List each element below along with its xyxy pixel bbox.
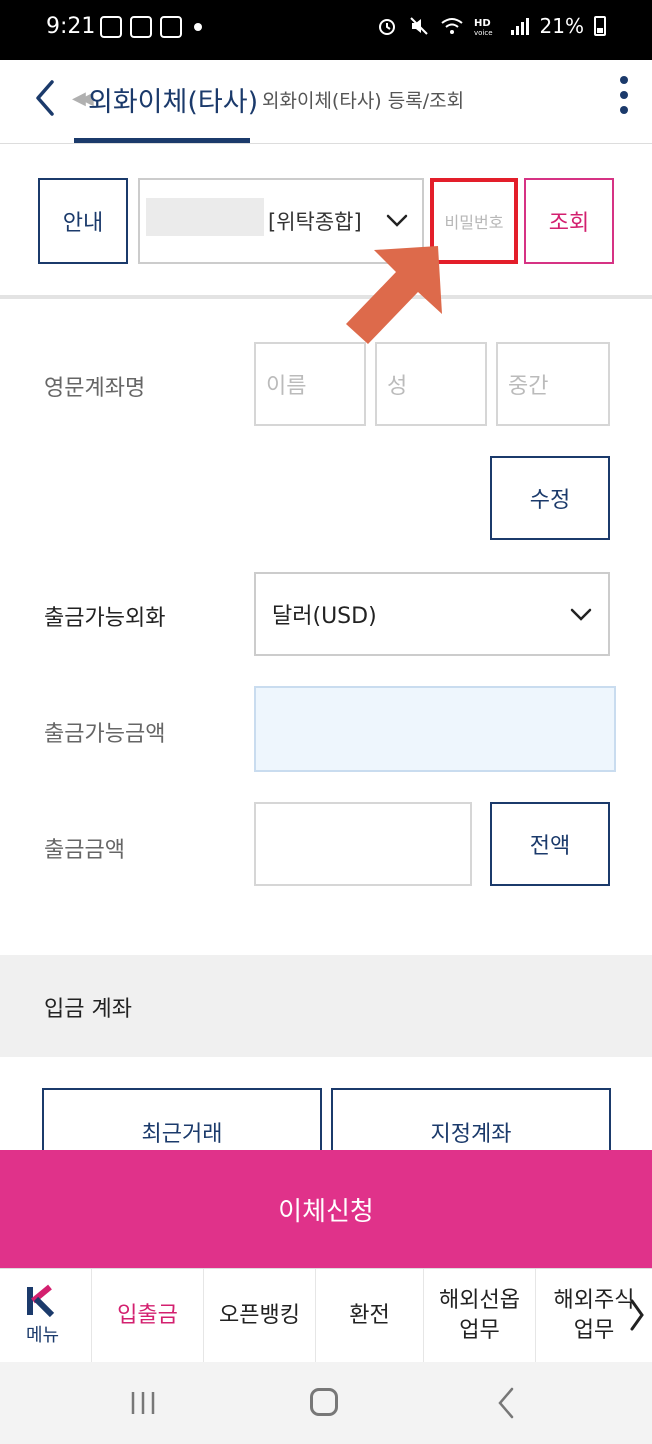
bottom-nav: 메뉴 입출금 오픈뱅킹 환전 해외선옵 업무 해외주식 업무: [0, 1268, 652, 1363]
svg-text:HD: HD: [474, 18, 491, 29]
query-button[interactable]: 조회: [524, 178, 614, 264]
app-header: ◀◀ 외화이체(타사) 외화이체(타사) 등록/조회: [0, 60, 652, 144]
signal-icon: [510, 18, 529, 35]
recent-apps-icon[interactable]: [128, 1390, 158, 1416]
info-button[interactable]: 안내: [38, 178, 128, 264]
status-bar: 9:21 HD voice 21%: [0, 0, 652, 60]
status-time: 9:21: [46, 14, 96, 39]
nav-item-deposit-withdraw[interactable]: 입출금: [92, 1269, 204, 1363]
withdraw-amount-label: 출금금액: [44, 838, 125, 863]
deposit-section-header: 입금 계좌: [0, 955, 652, 1057]
chevron-down-icon: [570, 608, 592, 621]
more-notifications-dot-icon: [194, 23, 202, 31]
alarm-icon: [378, 19, 395, 35]
system-nav-bar: [0, 1362, 652, 1444]
full-amount-button[interactable]: 전액: [490, 802, 610, 886]
back-arrow-icon[interactable]: [30, 78, 60, 118]
account-row: 안내 [위탁종합] 비밀번호 조회: [0, 144, 652, 299]
nav-item-overseas-futures[interactable]: 해외선옵 업무: [424, 1269, 536, 1363]
status-icons-left: [100, 16, 202, 38]
home-icon[interactable]: [310, 1388, 338, 1416]
middle-name-input[interactable]: 중간: [496, 342, 610, 426]
system-back-icon[interactable]: [496, 1386, 516, 1420]
available-amount-label: 출금가능금액: [44, 722, 166, 747]
hd-voice-icon: HDvoice: [474, 18, 493, 36]
mute-icon: [409, 17, 428, 35]
transfer-submit-button[interactable]: 이체신청: [0, 1150, 652, 1268]
tab-foreign-transfer[interactable]: 외화이체(타사): [88, 80, 258, 119]
battery-percent: 21%: [539, 14, 584, 38]
battery-icon: [594, 16, 606, 36]
currency-label: 출금가능외화: [44, 606, 166, 631]
chevron-down-icon: [386, 214, 408, 227]
v-app-icon: [160, 16, 182, 38]
more-vertical-icon[interactable]: [618, 72, 630, 122]
status-icons-right: HD voice 21%: [376, 14, 606, 38]
arrow-annotation-icon: [346, 246, 442, 344]
wifi-icon: [440, 18, 463, 34]
svg-text:voice: voice: [474, 29, 493, 36]
english-name-label: 영문계좌명: [44, 376, 146, 401]
nav-item-exchange[interactable]: 환전: [316, 1269, 424, 1363]
gallery-icon: [130, 16, 152, 38]
deposit-section-title: 입금 계좌: [44, 997, 132, 1022]
masked-account-number: [146, 198, 264, 236]
notification-2o-icon: [100, 16, 122, 38]
available-amount-field: [254, 686, 616, 772]
last-name-input[interactable]: 성: [375, 342, 487, 426]
active-tab-indicator: [74, 138, 250, 143]
tab-foreign-transfer-register[interactable]: 외화이체(타사) 등록/조회: [262, 86, 464, 113]
nav-item-open-banking[interactable]: 오픈뱅킹: [204, 1269, 316, 1363]
nav-menu[interactable]: 메뉴: [0, 1269, 92, 1363]
k-logo-icon: [27, 1284, 55, 1317]
first-name-input[interactable]: 이름: [254, 342, 366, 426]
menu-label: 메뉴: [26, 1325, 60, 1346]
currency-select[interactable]: 달러(USD): [254, 572, 610, 656]
currency-value: 달러(USD): [272, 604, 377, 629]
chevron-right-icon[interactable]: [626, 1295, 648, 1335]
double-chevron-left-icon[interactable]: ◀◀: [72, 88, 94, 109]
account-type-label: [위탁종합]: [268, 210, 362, 234]
withdraw-amount-input[interactable]: [254, 802, 472, 886]
edit-button[interactable]: 수정: [490, 456, 610, 540]
